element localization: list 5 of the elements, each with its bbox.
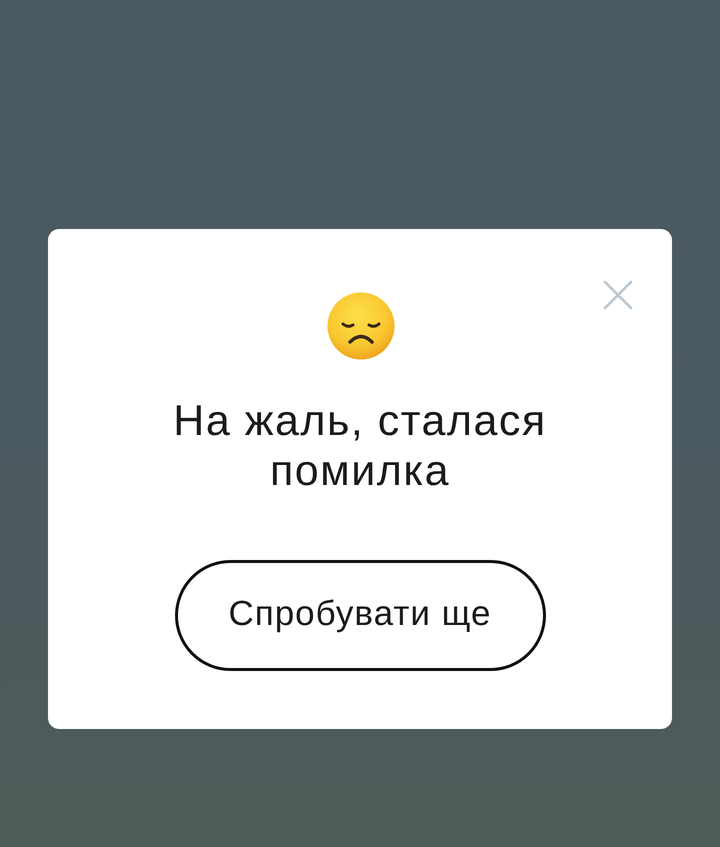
- close-icon: [602, 279, 634, 311]
- sad-face-icon: [327, 292, 395, 360]
- close-button[interactable]: [602, 279, 634, 311]
- error-title: На жаль, сталася помилка: [172, 396, 548, 496]
- retry-button[interactable]: Спробувати ще: [174, 560, 546, 671]
